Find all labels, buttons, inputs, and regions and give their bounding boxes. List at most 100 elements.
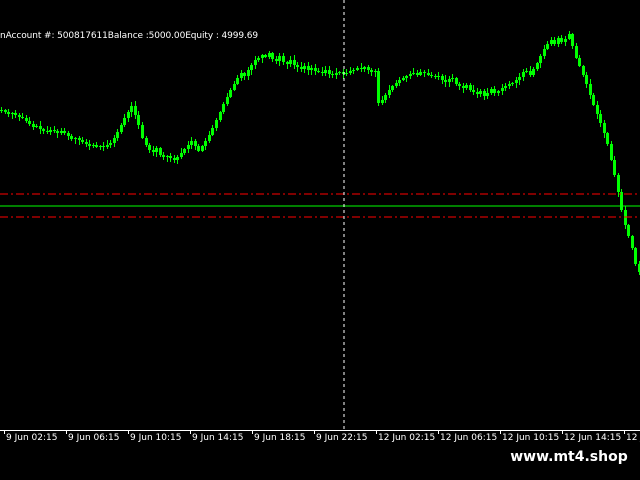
candle-body [81, 140, 84, 142]
candle-body [578, 58, 581, 66]
candle-body [85, 142, 88, 144]
candle-body [606, 133, 609, 144]
candle-body [377, 71, 380, 103]
candle-body [95, 145, 98, 147]
candle-body [462, 86, 465, 88]
candle-body [412, 73, 415, 74]
candle-body [511, 83, 514, 84]
watermark: www.mt4.shop [498, 443, 640, 471]
candle-body [247, 70, 250, 76]
candle-body [345, 73, 348, 74]
candle-body [592, 95, 595, 105]
candle-body [63, 131, 66, 133]
candle-body [532, 69, 535, 75]
candle-body [109, 143, 112, 145]
candle-body [391, 86, 394, 90]
candle-body [434, 76, 437, 77]
time-label: 12 Jun 06:15 [440, 433, 498, 443]
candle-body [398, 80, 401, 83]
candle-body [226, 97, 229, 104]
candle-body [557, 38, 560, 44]
candle-body [469, 85, 472, 90]
candle-body [328, 70, 331, 74]
candle-body [0, 110, 3, 111]
candle-body [370, 70, 373, 72]
candle-body [278, 56, 281, 61]
candle-body [123, 118, 126, 125]
candle-body [70, 136, 73, 139]
account-value: : 500817611 [51, 31, 108, 41]
candle-body [441, 76, 444, 80]
candle-body [455, 78, 458, 84]
candle-body [416, 73, 419, 75]
candle-body [282, 56, 285, 62]
balance-label: Balance : [107, 31, 149, 41]
time-tick [128, 430, 129, 434]
candle-body [187, 145, 190, 149]
candle-body [437, 76, 440, 77]
candle-body [483, 91, 486, 96]
candle-body [180, 153, 183, 157]
candle-body [141, 125, 144, 138]
candle-body [381, 100, 384, 103]
candle-body [553, 40, 556, 44]
candle-body [349, 71, 352, 73]
candle-body [374, 71, 377, 72]
candle-body [430, 75, 433, 76]
candle-body [264, 55, 267, 57]
candle-body [286, 62, 289, 64]
candle-body [546, 44, 549, 49]
candle-body [166, 156, 169, 157]
candle-body [49, 130, 52, 132]
time-label: 9 Jun 06:15 [68, 433, 120, 443]
candle-body [331, 74, 334, 75]
time-tick [252, 430, 253, 434]
candle-body [233, 84, 236, 90]
candle-body [169, 156, 172, 158]
candle-body [116, 132, 119, 138]
candle-body [317, 71, 320, 72]
chart-area[interactable]: nAccount # : 500817611Balance : 5000.00E… [0, 0, 640, 430]
candle-body [388, 90, 391, 95]
candle-body [444, 80, 447, 82]
candle-body [120, 125, 123, 132]
candle-body [268, 53, 271, 57]
candle-body [620, 192, 623, 210]
candle-body [92, 145, 95, 146]
candle-body [88, 144, 91, 146]
candle-body [585, 75, 588, 84]
time-label: 9 Jun 22:15 [316, 433, 368, 443]
time-tick [190, 430, 191, 434]
candle-body [582, 66, 585, 75]
candle-body [352, 70, 355, 71]
candle-body [321, 72, 324, 73]
candle-body [99, 146, 102, 147]
candle-body [508, 84, 511, 86]
candle-body [338, 72, 341, 73]
candle-body [32, 124, 35, 127]
candle-body [106, 145, 109, 147]
candle-body [152, 150, 155, 152]
candle-body [240, 73, 243, 78]
candle-body [155, 148, 158, 152]
candle-body [613, 160, 616, 175]
candle-body [472, 90, 475, 92]
candle-body [222, 104, 225, 112]
price-chart[interactable] [0, 0, 640, 430]
candle-body [356, 68, 359, 70]
candle-body [56, 131, 59, 133]
candle-body [250, 65, 253, 70]
candle-body [194, 141, 197, 146]
candle-body [25, 118, 28, 121]
candle-body [631, 236, 634, 248]
candle-body [550, 40, 553, 44]
candle-body [536, 63, 539, 69]
candle-body [476, 92, 479, 94]
time-label: 12 Jun 10:15 [502, 433, 560, 443]
candle-body [395, 83, 398, 86]
candle-body [603, 123, 606, 133]
candle-body [360, 68, 363, 69]
candle-body [564, 39, 567, 42]
time-tick [314, 430, 315, 434]
candle-body [596, 105, 599, 114]
